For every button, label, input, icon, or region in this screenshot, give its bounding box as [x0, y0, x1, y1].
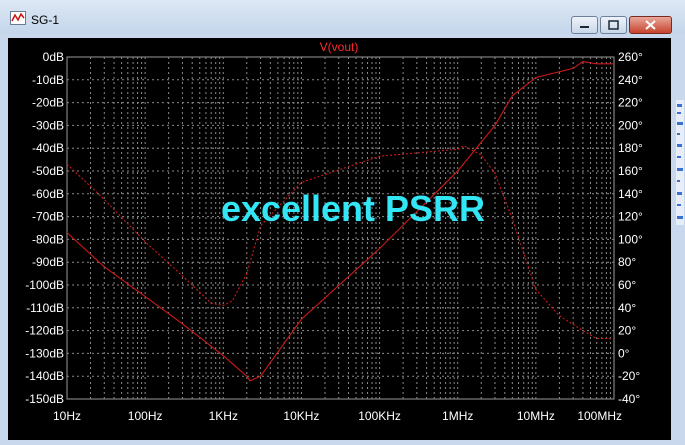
y2-tick-label: 100° [618, 232, 643, 246]
y-tick-label: -120dB [25, 324, 64, 338]
side-strip [676, 100, 684, 225]
x-tick-label: 1KHz [209, 409, 238, 423]
y-tick-label: -100dB [25, 278, 64, 292]
x-tick-label: 10MHz [517, 409, 555, 423]
y2-tick-label: 20° [618, 324, 636, 338]
y-tick-label: -60dB [32, 187, 64, 201]
x-tick-label: 10Hz [53, 409, 81, 423]
x-tick-label: 1MHz [442, 409, 473, 423]
y2-tick-label: 0° [618, 346, 630, 360]
y2-tick-label: 80° [618, 255, 636, 269]
x-tick-label: 100MHz [577, 409, 622, 423]
y-tick-label: -70dB [32, 210, 64, 224]
y2-tick-label: 180° [618, 141, 643, 155]
waveform-app-icon [10, 11, 26, 25]
title-bar[interactable]: SG-1 [0, 0, 685, 34]
y-tick-label: -90dB [32, 255, 64, 269]
y-tick-label: -40dB [32, 141, 64, 155]
y2-tick-label: -40° [618, 392, 640, 406]
minimize-button[interactable] [571, 16, 598, 34]
y-tick-label: -80dB [32, 232, 64, 246]
x-tick-label: 100KHz [358, 409, 401, 423]
y-tick-label: 0dB [43, 50, 64, 64]
x-tick-label: 10KHz [283, 409, 319, 423]
y2-tick-label: 60° [618, 278, 636, 292]
y-tick-label: -110dB [26, 301, 64, 315]
y2-tick-label: 220° [618, 96, 643, 110]
y2-tick-label: 200° [618, 118, 643, 132]
window-title: SG-1 [31, 13, 60, 27]
y2-tick-label: 260° [618, 50, 643, 64]
maximize-button[interactable] [600, 16, 627, 34]
close-icon [645, 20, 656, 30]
waveform-window: SG-1 0dB -10dB -20dB -30dB -40dB -50dB -60dB -7… [0, 0, 685, 445]
plot-pane[interactable]: 0dB -10dB -20dB -30dB -40dB -50dB -60dB -70dB -8… [8, 38, 671, 440]
annotation-text: excellent PSRR [221, 188, 485, 229]
bode-plot[interactable]: 0dB -10dB -20dB -30dB -40dB -50dB -60dB -70dB -8… [8, 38, 671, 440]
y2-tick-label: -20° [618, 369, 640, 383]
y-tick-label: -20dB [32, 96, 64, 110]
y-tick-label: -50dB [32, 164, 64, 178]
y-tick-label: -130dB [25, 346, 64, 360]
x-tick-label: 100Hz [128, 409, 163, 423]
y-tick-label: -30dB [32, 118, 64, 132]
y-tick-label: -150dB [25, 392, 64, 406]
minimize-icon [580, 26, 589, 28]
y-tick-label: -10dB [32, 73, 64, 87]
chart-title: V(vout) [320, 40, 359, 54]
y-tick-label: -140dB [25, 369, 64, 383]
restore-icon [608, 20, 619, 30]
y2-tick-label: 140° [618, 187, 643, 201]
y2-tick-label: 160° [618, 164, 643, 178]
axis-labels: 0dB -10dB -20dB -30dB -40dB -50dB -60dB -70dB -8… [25, 50, 643, 423]
y2-tick-label: 120° [618, 210, 643, 224]
y2-tick-label: 40° [618, 301, 636, 315]
close-button[interactable] [629, 16, 672, 34]
y2-tick-label: 240° [618, 73, 643, 87]
